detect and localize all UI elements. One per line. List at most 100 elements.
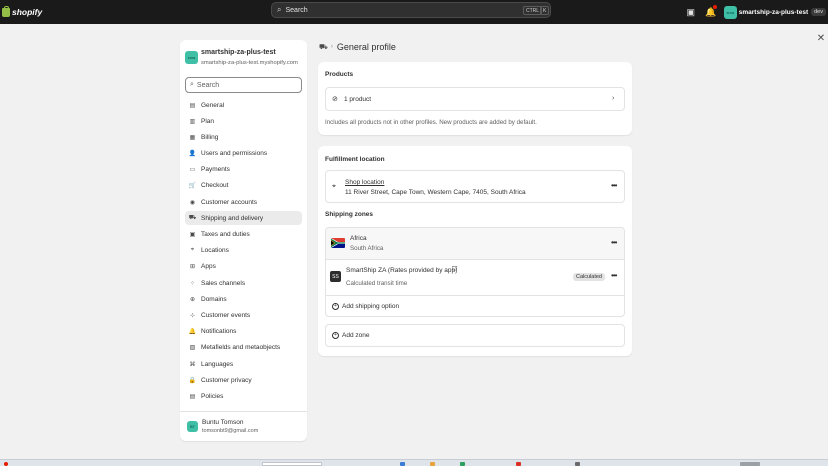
taskbar-search-box[interactable]: [262, 462, 322, 466]
settings-search-placeholder: Search: [196, 81, 220, 89]
add-shipping-option-button[interactable]: + Add shipping option: [326, 297, 624, 317]
globe-icon: ⊕: [189, 296, 196, 303]
billing-icon: ▦: [189, 134, 196, 141]
tag-icon: ⊘: [332, 96, 338, 103]
rate-more-icon[interactable]: •••: [611, 271, 617, 280]
user-name: Buntu Tomson: [202, 419, 244, 426]
store-name[interactable]: smartship-za-plus-test: [739, 9, 808, 16]
user-email: tomsonbt9@gmail.com: [202, 428, 259, 434]
location-more-icon[interactable]: •••: [611, 181, 617, 190]
store-avatar: sma: [185, 51, 198, 64]
sidebar-item-customer-privacy[interactable]: 🔒 Customer privacy: [185, 373, 302, 387]
shopify-logo[interactable]: shopify: [2, 5, 42, 17]
truck-icon: ⛟: [188, 215, 197, 222]
search-icon: ⌕: [190, 81, 194, 88]
global-search-placeholder: Search: [285, 6, 308, 14]
zone-more-icon[interactable]: •••: [611, 238, 617, 247]
sidebar-item-general[interactable]: ▤ General: [185, 98, 302, 112]
sidebar-item-label: Billing: [201, 133, 219, 141]
lock-icon: 🔒: [188, 377, 197, 384]
customer-icon: ◉: [189, 199, 196, 206]
tax-icon: ▣: [189, 232, 196, 238]
store-name: smartship-za-plus-test: [201, 49, 276, 56]
sidebar-item-customer-events[interactable]: ⊹ Customer events: [185, 308, 302, 322]
sidebar-item-languages[interactable]: ⌘ Languages: [185, 357, 302, 371]
sidebar-item-label: Plan: [201, 117, 215, 125]
sidebar-item-apps[interactable]: ⊞ Apps: [185, 260, 302, 274]
sidebar-item-domains[interactable]: ⊕ Domains: [185, 292, 302, 306]
shopify-bag-icon: [2, 5, 10, 17]
taskbar-tray-icon[interactable]: [740, 462, 760, 466]
sidebar-item-label: Users and permissions: [201, 150, 268, 158]
sidebar-item-checkout[interactable]: 🛒 Checkout: [185, 179, 302, 193]
zone-header: Africa South Africa •••: [326, 228, 624, 260]
chevron-right-icon: ›: [612, 95, 615, 102]
add-zone-label: Add zone: [342, 332, 370, 339]
products-title: Products: [325, 71, 354, 78]
store-icon: ▤: [189, 102, 196, 109]
sidebar-item-label: Customer accounts: [201, 198, 257, 206]
sidebar-item-customer-accounts[interactable]: ◉ Customer accounts: [185, 195, 302, 209]
users-icon: 👤: [188, 151, 197, 158]
sidebar-item-metafields-and-metaobjects[interactable]: ▧ Metafields and metaobjects: [185, 341, 302, 355]
location-address: 11 River Street, Cape Town, Western Cape…: [345, 189, 526, 196]
channels-icon: ⁘: [189, 280, 196, 287]
sidebar-item-label: Notifications: [201, 328, 237, 336]
notification-bell-icon[interactable]: 🔔: [704, 5, 718, 19]
rate-row: SS SmartShip ZA (Rates provided by app) …: [326, 261, 624, 296]
sidebar-item-label: Shipping and delivery: [201, 214, 264, 222]
shield-check-icon: ⛉: [452, 266, 458, 273]
sidebar-item-locations[interactable]: ⌖ Locations: [185, 244, 302, 258]
sidebar-item-label: Apps: [201, 263, 216, 271]
taskbar-folder-icon[interactable]: [430, 462, 435, 466]
page-title: General profile: [336, 42, 396, 52]
sidebar-item-sales-channels[interactable]: ⁘ Sales channels: [185, 276, 302, 290]
search-icon: ⌕: [277, 5, 282, 14]
sidebar-item-billing[interactable]: ▦ Billing: [185, 130, 302, 144]
plan-icon: ▥: [189, 118, 196, 125]
sidebar-item-notifications[interactable]: 🔔 Notifications: [185, 325, 302, 339]
taskbar-app-icon[interactable]: [400, 462, 405, 466]
south-africa-flag-icon: [331, 238, 345, 248]
location-pin-icon: ⌖: [332, 183, 336, 190]
product-count-row[interactable]: ⊘ 1 product ›: [325, 87, 625, 111]
sidebar-item-label: General: [201, 101, 225, 109]
sidebar-item-users-and-permissions[interactable]: 👤 Users and permissions: [185, 147, 302, 161]
sidebar-item-policies[interactable]: ▤ Policies: [185, 389, 302, 403]
sidebar-item-taxes-and-duties[interactable]: ▣ Taxes and duties: [185, 228, 302, 242]
zone-box: Africa South Africa ••• SS SmartShip ZA …: [325, 227, 625, 317]
kbd-k: K: [540, 6, 550, 15]
add-zone-button[interactable]: + Add zone: [325, 324, 625, 347]
shipping-zones-title: Shipping zones: [325, 211, 374, 218]
smartship-app-icon: SS: [330, 271, 341, 282]
user-profile[interactable]: BT Buntu Tomson tomsonbt9@gmail.com: [180, 411, 307, 441]
plus-circle-icon: +: [332, 332, 339, 339]
fulfillment-card: Fulfillment location ⌖ Shop location 11 …: [318, 146, 632, 356]
top-right-group: ▣ 🔔 sma smartship-za-plus-test dev: [684, 0, 828, 24]
plus-circle-icon: +: [332, 303, 339, 310]
taskbar-app-icon[interactable]: [460, 462, 465, 466]
sidebar-item-label: Languages: [201, 360, 234, 368]
sidebar-item-shipping-and-delivery[interactable]: ⛟ Shipping and delivery: [185, 211, 302, 226]
zone-name: Africa: [350, 235, 367, 242]
taskbar-app-icon[interactable]: [575, 462, 580, 466]
sidebar-item-payments[interactable]: ▭ Payments: [185, 163, 302, 177]
sidebar-item-label: Metafields and metaobjects: [201, 344, 281, 352]
language-icon: ⌘: [189, 361, 196, 368]
truck-icon[interactable]: ⛟: [319, 43, 328, 52]
taskbar-app-icon[interactable]: [516, 462, 521, 466]
payments-icon: ▭: [189, 167, 196, 174]
close-settings-icon[interactable]: ✕: [815, 33, 827, 45]
location-icon: ⌖: [190, 247, 195, 254]
location-name-link[interactable]: Shop location: [345, 179, 384, 186]
sidebar-item-label: Policies: [201, 392, 224, 400]
global-search-input[interactable]: ⌕ Search CTRL K: [271, 2, 551, 18]
sidekick-icon[interactable]: ▣: [684, 5, 698, 19]
cart-icon: 🛒: [188, 183, 197, 190]
store-avatar[interactable]: sma: [723, 5, 737, 19]
taskbar-weather-icon[interactable]: [4, 462, 8, 466]
store-header[interactable]: sma smartship-za-plus-test smartship-za-…: [180, 40, 307, 72]
zone-country: South Africa: [350, 245, 384, 252]
settings-search-input[interactable]: ⌕ Search: [185, 77, 302, 93]
sidebar-item-plan[interactable]: ▥ Plan: [185, 114, 302, 128]
